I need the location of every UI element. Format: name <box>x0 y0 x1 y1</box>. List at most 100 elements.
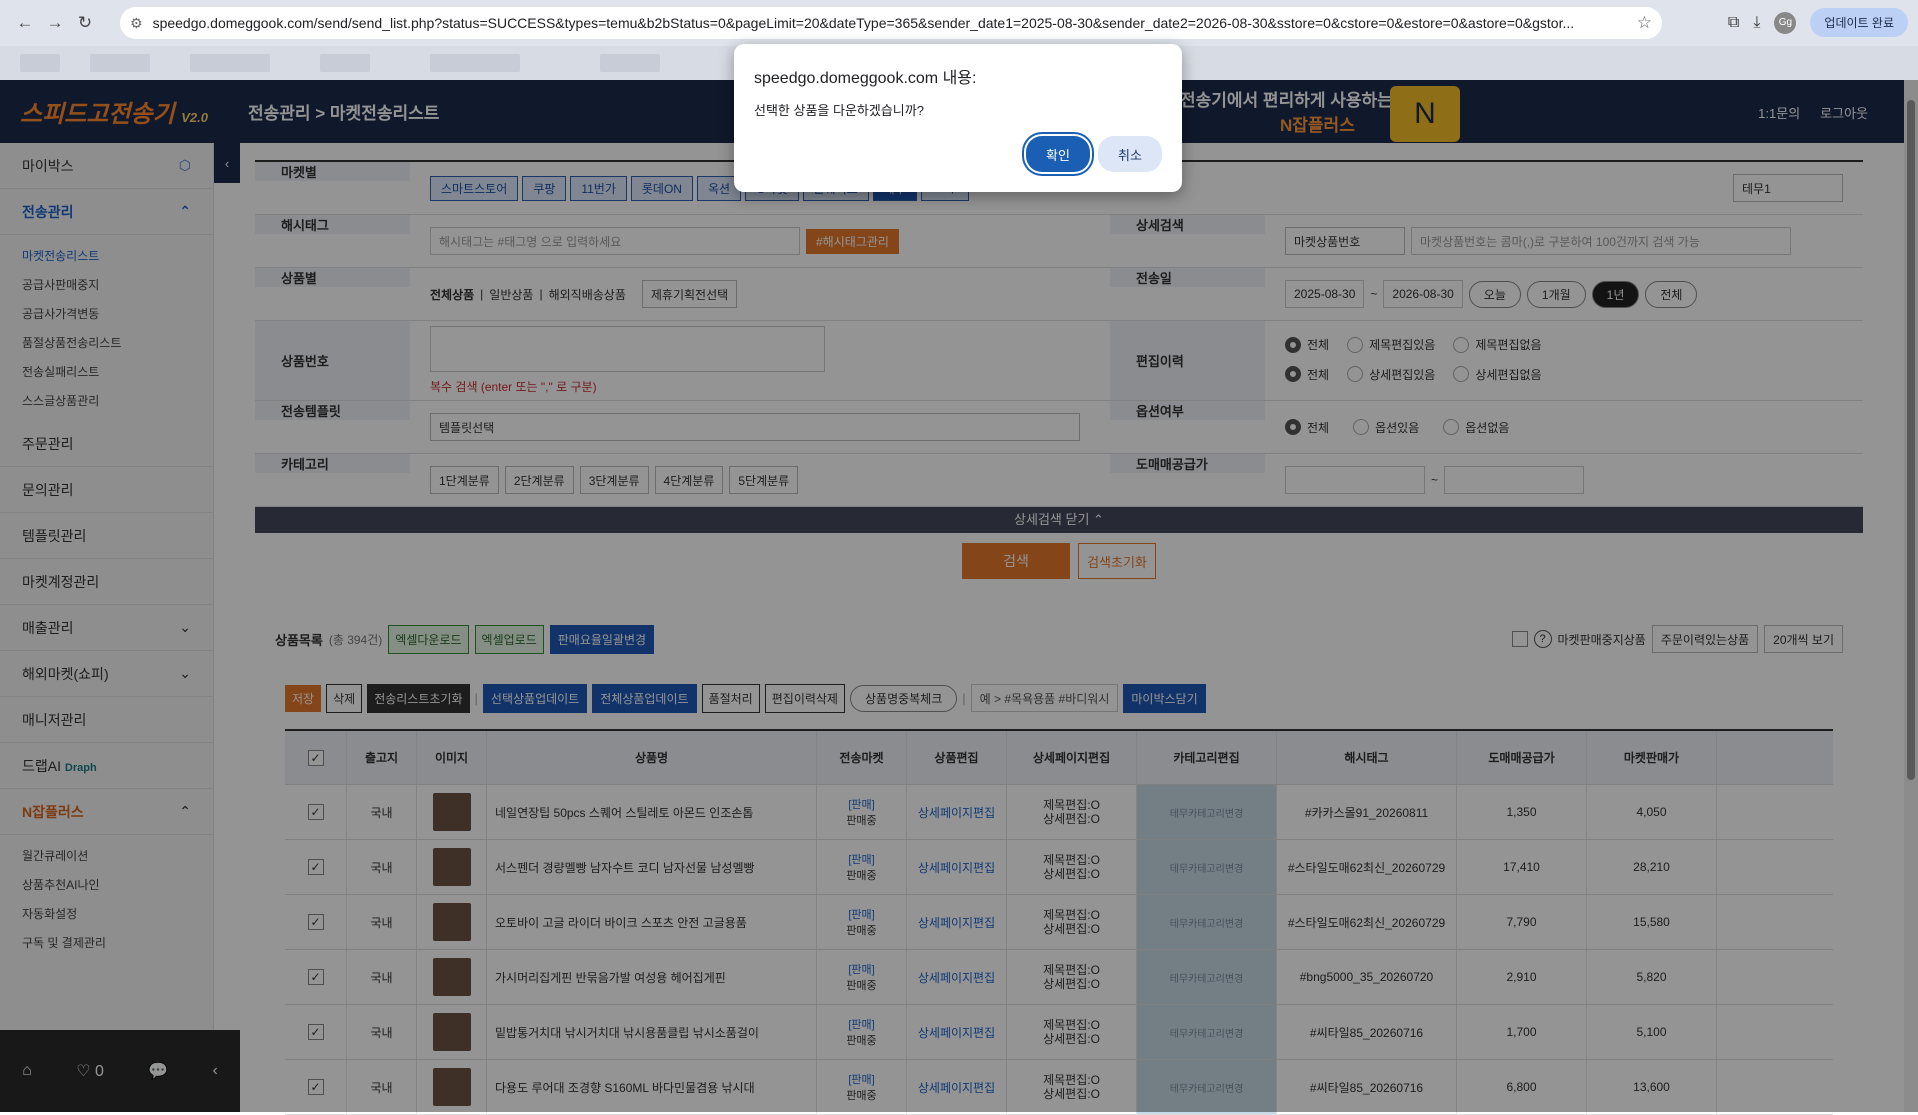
radio-detail-yes[interactable]: 상세편집있음 <box>1347 366 1435 383</box>
reset-button[interactable]: 검색초기화 <box>1078 543 1156 579</box>
category-select-2[interactable]: 2단계분류 <box>504 466 574 494</box>
cell-edit-link[interactable]: 상세페이지편집 <box>907 895 1007 949</box>
radio-option-all[interactable]: 전체 <box>1285 419 1329 436</box>
cell-category-change[interactable]: 테무카테고리변경 <box>1137 1060 1277 1114</box>
reset-list-button[interactable]: 전송리스트초기화 <box>367 683 470 713</box>
sidebar-item-drap[interactable]: 드랩AI Draph <box>0 743 213 789</box>
inquiry-link[interactable]: 1:1문의 <box>1758 103 1800 122</box>
row-checkbox[interactable]: ✓ <box>307 914 324 930</box>
sidebar-sub-item[interactable]: 스스글상품관리 <box>22 386 213 415</box>
rate-change-button[interactable]: 판매요율일괄변경 <box>549 624 655 654</box>
soldout-button[interactable]: 품절처리 <box>701 683 760 713</box>
radio-title-yes[interactable]: 제목편집있음 <box>1347 336 1435 353</box>
cell-sale-price[interactable]: 5,820 <box>1587 950 1717 1004</box>
cell-market-status[interactable]: [판매] <box>848 1016 874 1032</box>
cell-product-name[interactable]: 오토바이 고글 라이더 바이크 스포츠 안전 고글용품 <box>487 895 817 949</box>
date-pill-year[interactable]: 1년 <box>1591 280 1640 308</box>
sidebar-item-manager[interactable]: 매니저관리 <box>0 697 213 743</box>
product-type-normal[interactable]: 일반상품 <box>489 286 533 303</box>
price-max-input[interactable] <box>1444 466 1585 494</box>
radio-detail-no[interactable]: 상세편집없음 <box>1453 366 1542 383</box>
sidebar-sub-item[interactable]: 마켓전송리스트 <box>22 241 213 270</box>
product-thumbnail[interactable] <box>432 793 471 831</box>
date-pill-month[interactable]: 1개월 <box>1526 280 1586 308</box>
cell-edit-link[interactable]: 상세페이지편집 <box>907 840 1007 894</box>
radio-detail-all[interactable]: 전체 <box>1285 366 1329 383</box>
delete-button[interactable]: 삭제 <box>326 683 363 713</box>
mybox-add-button[interactable]: 마이박스담기 <box>1123 683 1206 713</box>
product-thumbnail[interactable] <box>432 1013 471 1051</box>
radio-option-no[interactable]: 옵션없음 <box>1443 419 1509 436</box>
cell-edit-link[interactable]: 상세페이지편집 <box>907 1005 1007 1059</box>
excel-download-button[interactable]: 엑셀다운로드 <box>388 624 469 654</box>
detail-search-toggle[interactable]: 상세검색 닫기 ⌃ <box>255 507 1863 533</box>
page-scrollbar[interactable] <box>1904 80 1918 1112</box>
promo-banner[interactable]: 전송기에서 편리하게 사용하는 N잡플러스 <box>1180 86 1393 136</box>
update-button[interactable]: 업데이트 완료 <box>1810 8 1908 37</box>
sidebar-item-templates[interactable]: 템플릿관리 <box>0 513 213 559</box>
page-size-select[interactable]: 20개씩 보기 <box>1764 625 1843 653</box>
product-thumbnail[interactable] <box>432 848 471 886</box>
template-select[interactable]: 템플릿선택 <box>430 413 1080 441</box>
hashtag-manage-button[interactable]: #해시태그관리 <box>806 228 899 254</box>
cell-sale-price[interactable]: 5,100 <box>1587 1005 1717 1059</box>
stopped-checkbox[interactable] <box>1511 631 1528 647</box>
profile-avatar[interactable]: Gg <box>1774 11 1797 34</box>
market-chip[interactable]: 11번가 <box>570 175 627 201</box>
widget-collapse-icon[interactable]: ‹ <box>213 1062 218 1080</box>
sidebar-item-sales[interactable]: 매출관리 ⌄ <box>0 605 213 651</box>
radio-title-all[interactable]: 전체 <box>1285 336 1329 353</box>
search-button[interactable]: 검색 <box>962 543 1070 579</box>
sidebar-sub-item[interactable]: 품절상품전송리스트 <box>22 328 213 357</box>
market-chip[interactable]: 스마트스토어 <box>430 175 519 201</box>
bookmark-star-icon[interactable]: ☆ <box>1637 13 1652 33</box>
sidebar-sub-item[interactable]: 전송실패리스트 <box>22 357 213 386</box>
row-checkbox[interactable]: ✓ <box>307 804 324 820</box>
price-min-input[interactable] <box>1285 466 1425 494</box>
cell-market-status[interactable]: [판매] <box>848 961 874 977</box>
sidebar-collapse-button[interactable]: ‹ <box>214 143 240 183</box>
cell-category-change[interactable]: 테무카테고리변경 <box>1137 785 1277 839</box>
row-checkbox[interactable]: ✓ <box>307 859 324 875</box>
cell-product-name[interactable]: 서스펜더 경량멜빵 남자수트 코디 남자선물 남성멜빵 <box>487 840 817 894</box>
reload-icon[interactable]: ↻ <box>70 8 100 38</box>
sidebar-item-njob[interactable]: N잡플러스 ⌃ <box>0 789 213 835</box>
sidebar-sub-item[interactable]: 공급사판매중지 <box>22 270 213 299</box>
hashtag-input[interactable]: 해시태그는 #태그명 으로 입력하세요 <box>430 227 800 255</box>
sidebar-sub-item[interactable]: 월간큐레이션 <box>22 841 213 870</box>
logout-link[interactable]: 로그아웃 <box>1820 103 1868 122</box>
radio-option-yes[interactable]: 옵션있음 <box>1353 419 1419 436</box>
cell-product-name[interactable]: 네일연장팁 50pcs 스퀘어 스틸레토 아몬드 인조손톱 <box>487 785 817 839</box>
cell-category-change[interactable]: 테무카테고리변경 <box>1137 895 1277 949</box>
date-from-input[interactable]: 2025-08-30 <box>1285 280 1365 308</box>
sidebar-sub-item[interactable]: 구독 및 결제관리 <box>22 928 213 957</box>
back-icon[interactable]: ← <box>10 8 40 38</box>
date-pill-today[interactable]: 오늘 <box>1468 280 1521 308</box>
cell-sale-price[interactable]: 13,600 <box>1587 1060 1717 1114</box>
order-filter-select[interactable]: 주문이력있는상품 <box>1651 625 1759 653</box>
cell-sale-price[interactable]: 15,580 <box>1587 895 1717 949</box>
sidebar-item-orders[interactable]: 주문관리 <box>0 421 213 467</box>
detail-search-select[interactable]: 마켓상품번호 <box>1285 227 1405 255</box>
extensions-icon[interactable]: ⧉ <box>1728 14 1739 32</box>
download-icon[interactable]: ⤓ <box>1753 14 1760 32</box>
like-counter[interactable]: ♡ 0 <box>76 1061 104 1081</box>
category-select-5[interactable]: 5단계분류 <box>729 466 799 494</box>
cell-edit-link[interactable]: 상세페이지편집 <box>907 785 1007 839</box>
cell-market-status[interactable]: [판매] <box>848 906 874 922</box>
category-select-1[interactable]: 1단계분류 <box>430 466 499 494</box>
product-thumbnail[interactable] <box>432 903 471 941</box>
detail-search-input[interactable]: 마켓상품번호는 콤마(,)로 구분하여 100건까지 검색 가능 <box>1411 227 1791 255</box>
sidebar-item-overseas[interactable]: 해외마켓(쇼피) ⌄ <box>0 651 213 697</box>
cell-sale-price[interactable]: 4,050 <box>1587 785 1717 839</box>
cell-product-name[interactable]: 가시머리집게핀 반묶음가발 여성용 헤어집게핀 <box>487 950 817 1004</box>
product-number-textarea[interactable] <box>430 326 825 372</box>
promotion-select[interactable]: 제휴기획전선택 <box>641 280 738 308</box>
sidebar-item-mybox[interactable]: 마이박스 ⬡ <box>0 143 213 189</box>
cell-market-status[interactable]: [판매] <box>848 1071 874 1087</box>
row-checkbox[interactable]: ✓ <box>307 1024 324 1040</box>
save-button[interactable]: 저장 <box>285 684 322 712</box>
help-icon[interactable]: ? <box>1533 630 1552 648</box>
delete-history-button[interactable]: 편집이력삭제 <box>764 683 845 713</box>
dialog-ok-button[interactable]: 확인 <box>1026 136 1090 172</box>
